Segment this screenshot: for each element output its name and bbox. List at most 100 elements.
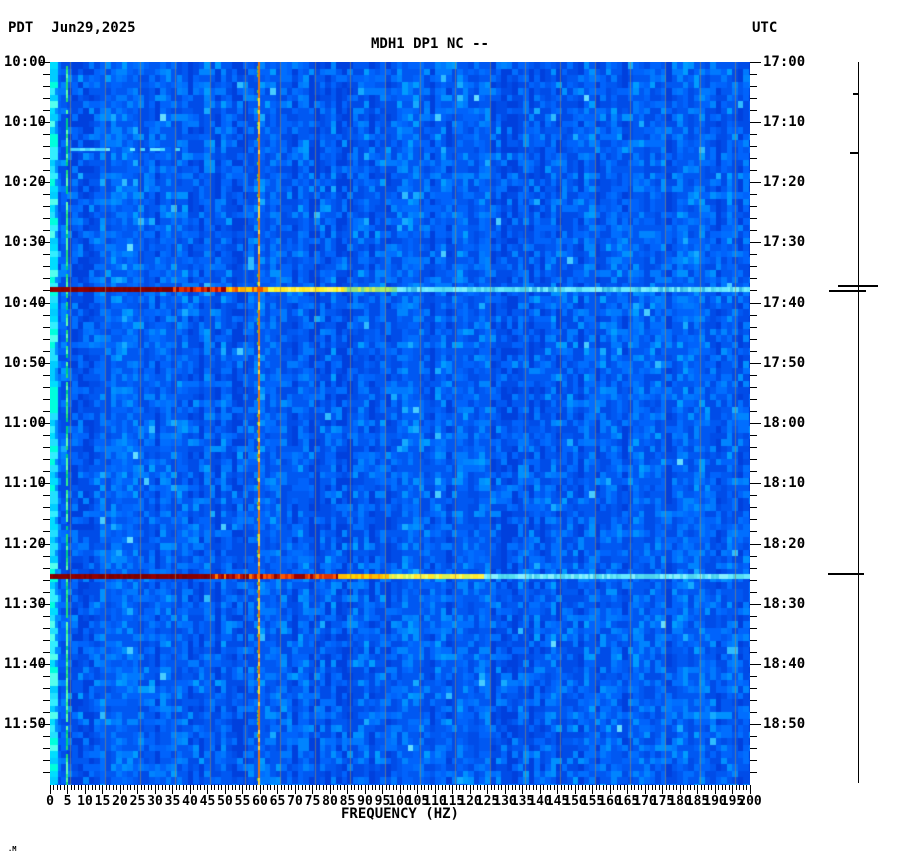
freq-minor-tick [543,785,544,790]
right-time-label: 17:10 [763,113,806,130]
right-major-tick [750,61,761,63]
freq-major-tick [749,785,751,794]
freq-minor-tick [273,785,275,790]
right-minor-tick [750,133,757,135]
right-minor-tick [750,109,757,111]
freq-major-tick [679,785,681,794]
left-timezone-and-date: PDT Jun29,2025 [8,20,136,36]
freq-minor-tick [112,785,114,790]
freq-major-tick [154,785,156,794]
right-minor-tick [750,507,757,509]
freq-minor-tick [214,785,215,790]
freq-minor-tick [270,785,271,790]
freq-minor-tick [238,785,240,790]
freq-minor-tick [462,785,464,790]
right-time-label: 18:00 [763,415,806,431]
freq-minor-tick [413,785,415,790]
freq-major-tick [347,785,348,794]
freq-minor-tick [287,785,289,790]
freq-minor-tick [560,785,562,790]
freq-minor-tick [263,785,264,790]
freq-minor-tick [305,785,306,790]
freq-major-tick [189,785,191,794]
left-minor-tick [43,374,50,376]
freq-minor-tick [676,785,677,790]
freq-minor-tick [718,785,719,790]
freq-minor-tick [728,785,730,790]
left-minor-tick [43,314,50,316]
freq-minor-tick [508,785,509,790]
freq-major-tick [207,785,208,794]
freq-minor-tick [298,785,299,790]
right-minor-tick [750,712,757,714]
freq-minor-tick [301,785,303,790]
freq-minor-tick [424,785,425,790]
left-minor-tick [43,615,50,617]
freq-minor-tick [322,785,324,790]
freq-minor-tick [466,785,467,790]
freq-minor-tick [284,785,285,790]
left-minor-tick [43,531,50,533]
freq-minor-tick [427,785,429,790]
freq-major-tick [539,785,541,794]
trace-spike [828,573,864,575]
freq-minor-tick [126,785,128,790]
left-minor-tick [43,109,50,111]
freq-major-tick [627,785,628,794]
freq-major-tick [242,785,243,794]
trace-spike [838,285,878,287]
left-minor-tick [43,772,50,774]
freq-minor-tick [634,785,635,790]
freq-minor-tick [403,785,404,790]
left-minor-tick [43,266,50,268]
right-time-label: 18:50 [763,716,806,733]
freq-minor-tick [350,785,352,790]
left-major-tick [39,664,50,665]
right-minor-tick [750,410,757,412]
freq-minor-tick [739,785,740,790]
freq-minor-tick [165,785,166,790]
left-minor-tick [43,676,50,678]
right-minor-tick [750,290,757,292]
left-major-tick [39,483,50,485]
freq-minor-tick [326,785,327,790]
left-major-tick [39,362,50,364]
left-minor-tick [43,398,50,400]
right-minor-tick [750,157,757,159]
right-major-tick [750,543,761,545]
right-major-tick [750,483,761,485]
left-minor-tick [43,230,50,232]
freq-minor-tick [637,785,639,790]
left-minor-tick [43,85,50,87]
freq-minor-tick [595,785,597,790]
right-time-label: 18:40 [763,656,806,672]
freq-major-tick [732,785,733,794]
left-major-tick [39,121,50,123]
freq-minor-tick [494,785,495,790]
freq-minor-tick [256,785,257,790]
freq-minor-tick [249,785,250,790]
right-minor-tick [750,615,757,617]
trace-line [857,62,859,783]
left-minor-tick [43,712,50,714]
freq-major-tick [487,785,488,794]
freq-minor-tick [578,785,579,790]
freq-major-tick [259,785,261,794]
left-major-tick [39,182,50,183]
freq-minor-tick [98,785,100,790]
freq-minor-tick [130,785,131,790]
freq-minor-tick [308,785,310,790]
freq-minor-tick [396,785,397,790]
freq-minor-tick [529,785,530,790]
freq-minor-tick [280,785,282,790]
freq-minor-tick [571,785,572,790]
left-minor-tick [43,73,50,75]
freq-minor-tick [672,785,674,790]
right-time-label: 17:50 [763,354,806,371]
freq-minor-tick [361,785,362,790]
right-minor-tick [750,278,757,280]
freq-major-tick [644,785,646,794]
freq-minor-tick [109,785,110,790]
freq-minor-tick [438,785,439,790]
freq-minor-tick [693,785,695,790]
